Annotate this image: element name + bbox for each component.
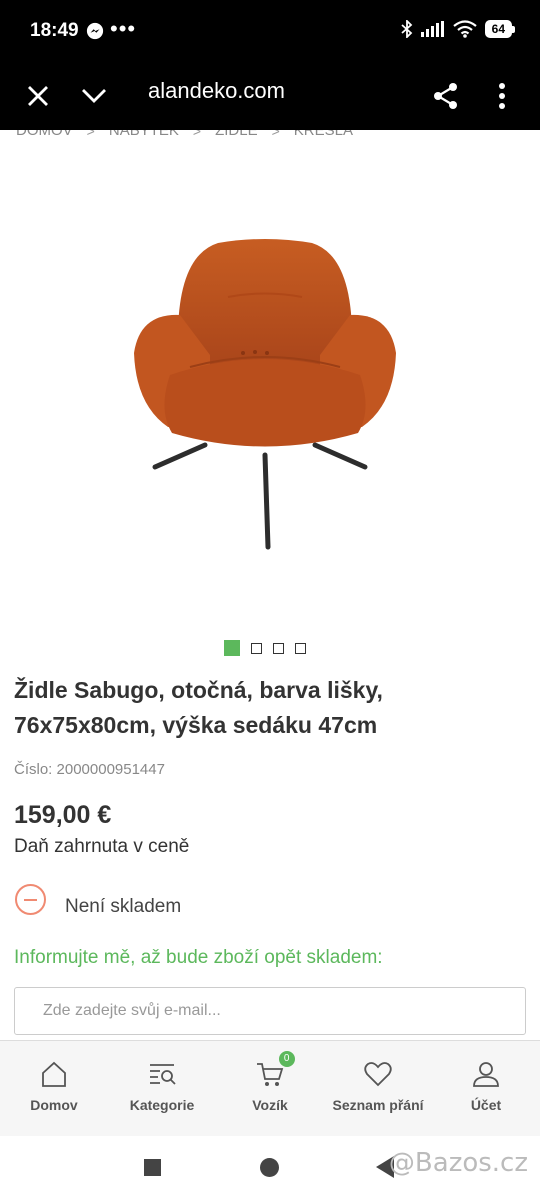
bluetooth-icon [401,20,412,38]
battery-indicator: 64 [484,20,516,38]
breadcrumb-item[interactable]: NÁBYTEK [109,130,179,139]
nav-categories[interactable]: Kategorie [108,1041,216,1136]
breadcrumb: DOMOV > NÁBYTEK > ŽIDLE > KŘESLA [16,130,353,139]
nav-home-label: Domov [30,1097,78,1113]
nav-cart-label: Vozík [252,1097,288,1113]
product-page: DOMOV > NÁBYTEK > ŽIDLE > KŘESLA Židle S… [0,130,540,1040]
out-of-stock-icon [15,884,46,915]
close-tab-button[interactable] [18,76,58,116]
chevron-right-icon: > [86,130,95,139]
browser-toolbar: alandeko.com [0,62,540,130]
home-icon [42,1061,66,1087]
nav-home[interactable]: Domov [0,1041,108,1136]
notify-label: Informujte mě, až bude zboží opět sklade… [14,947,383,968]
page-url[interactable]: alandeko.com [148,78,285,104]
breadcrumb-item[interactable]: KŘESLA [294,130,353,139]
product-title: Židle Sabugo, otočná, barva lišky, 76x75… [14,677,383,738]
carousel-dot[interactable] [295,642,306,654]
nav-wishlist-label: Seznam přání [332,1097,424,1113]
system-navigation-bar: @Bazos.cz [0,1136,540,1200]
categories-search-icon [150,1064,176,1085]
product-price: 159,00 € [14,801,112,829]
more-options-button[interactable] [482,76,522,116]
home-button[interactable] [260,1158,279,1177]
messenger-icon [86,22,104,40]
collapse-button[interactable] [74,76,114,116]
recents-button[interactable] [144,1159,161,1176]
tax-note: Daň zahrnuta v ceně [14,836,190,857]
more-notifications-icon: ••• [110,16,137,41]
breadcrumb-item[interactable]: ŽIDLE [215,130,258,139]
nav-wishlist[interactable]: Seznam přání [324,1041,432,1136]
status-bar: 18:49 ••• 64 [0,0,540,62]
heart-icon [364,1062,392,1087]
nav-account[interactable]: Účet [432,1041,540,1136]
carousel-dot-active[interactable] [224,640,240,656]
bottom-navigation: Domov Kategorie 0 Vozík Seznam přání Úče… [0,1040,540,1136]
nav-categories-label: Kategorie [129,1097,195,1113]
email-field[interactable] [14,987,526,1035]
carousel-dot[interactable] [273,642,284,654]
chevron-down-icon [82,89,106,103]
image-carousel-indicator [224,640,306,656]
wifi-icon [452,20,477,38]
signal-icon [420,21,444,37]
more-vertical-icon [499,83,505,109]
share-icon [434,83,457,109]
nav-account-label: Účet [470,1097,502,1113]
status-time: 18:49 [30,20,79,41]
share-button[interactable] [426,76,466,116]
watermark: @Bazos.cz [388,1148,528,1178]
user-icon [473,1062,499,1087]
stock-status: Není skladem [65,896,182,917]
close-icon [28,86,48,106]
cart-count-badge: 0 [278,1051,295,1067]
carousel-dot[interactable] [251,642,262,654]
breadcrumb-item[interactable]: DOMOV [16,130,73,139]
product-image[interactable] [110,235,420,555]
chevron-right-icon: > [271,130,280,139]
chevron-right-icon: > [192,130,202,139]
product-sku: Číslo: 2000000951447 [14,761,165,778]
nav-cart[interactable]: 0 Vozík [216,1041,324,1136]
